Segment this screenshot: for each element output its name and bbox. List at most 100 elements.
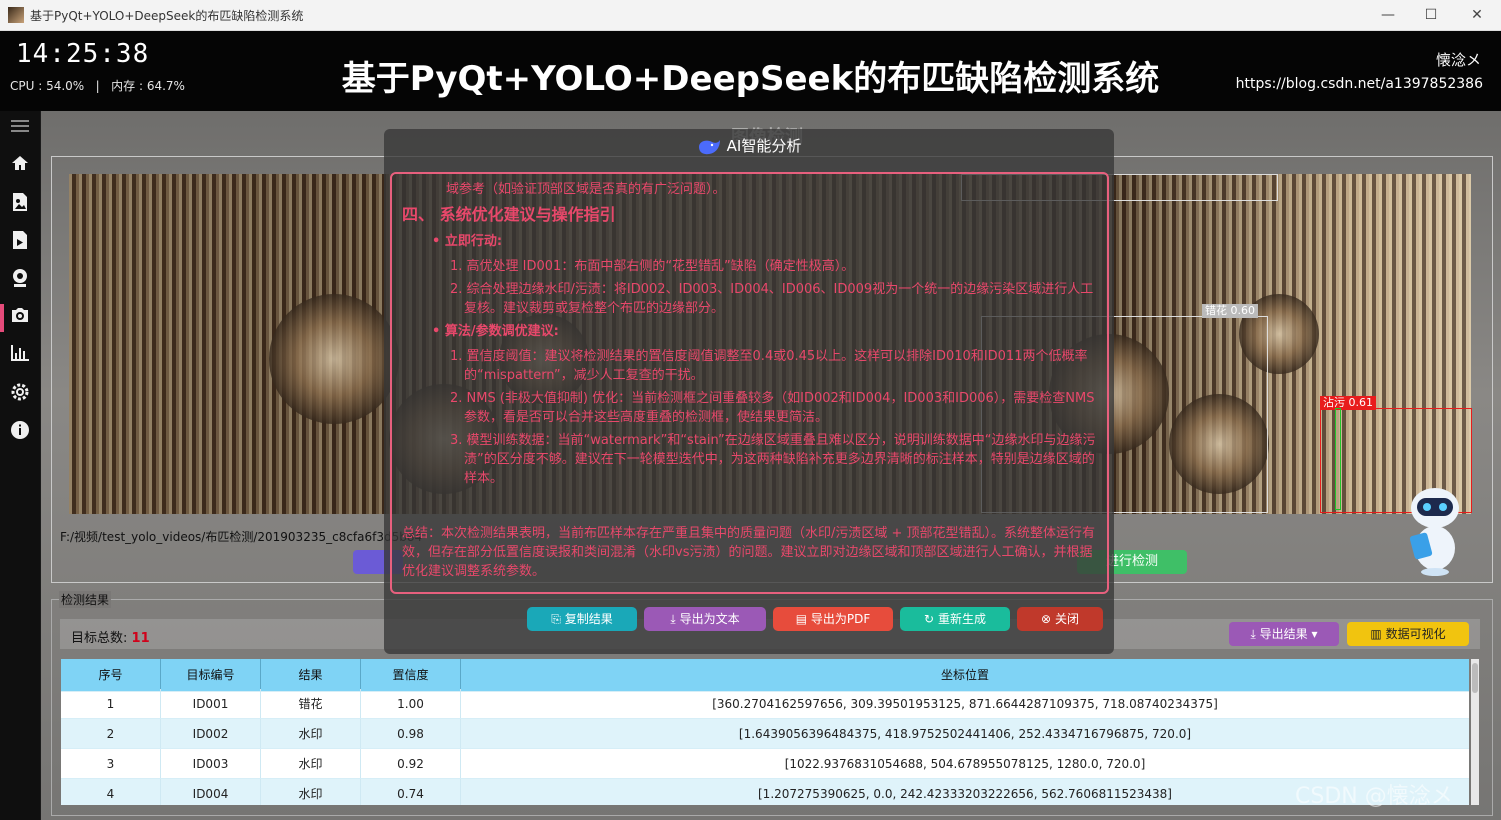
table-header: 序号 目标编号 结果 置信度 坐标位置: [61, 659, 1469, 692]
close-circle-icon: ⊗: [1041, 612, 1052, 626]
copy-results-label: 复制结果: [564, 612, 613, 626]
cell-index: 1: [61, 689, 161, 719]
maximize-button[interactable]: ☐: [1419, 4, 1443, 26]
column-header[interactable]: 结果: [261, 659, 361, 692]
close-dialog-button[interactable]: ⊗ 关闭: [1017, 607, 1103, 631]
close-window-button[interactable]: ✕: [1465, 4, 1489, 26]
bar-chart-icon: ▥: [1370, 627, 1382, 641]
window-title: 基于PyQt+YOLO+DeepSeek的布匹缺陷检测系统: [30, 9, 304, 23]
table-scrollbar[interactable]: [1471, 659, 1479, 805]
target-count-value: 11: [131, 631, 150, 646]
regenerate-button[interactable]: ↻ 重新生成: [900, 607, 1010, 631]
close-dialog-label: 关闭: [1054, 612, 1079, 626]
file-path: F:/视频/test_yolo_videos/布匹检测/201903235_c8…: [60, 530, 423, 544]
list-item: 3. 模型训练数据：当前“watermark”和“stain”在边缘区域重叠且难…: [450, 433, 1096, 486]
cell-result: 水印: [261, 749, 361, 779]
sidebar: [0, 111, 40, 820]
target-count-label: 目标总数:: [71, 631, 128, 646]
target-count: 目标总数: 11: [71, 627, 150, 646]
analysis-content[interactable]: 域参考（如验证顶部区域是否真的有广泛问题）。 四、 系统优化建议与操作指引 • …: [390, 172, 1109, 594]
detection-label: 错花 0.60: [1202, 304, 1258, 318]
settings-icon[interactable]: [8, 382, 32, 406]
dialog-title: AI智能分析: [384, 135, 1114, 156]
table-row[interactable]: 1 ID001 错花 1.00 [360.2704162597656, 309.…: [61, 689, 1469, 719]
bullet-heading-text: 算法/参数调优建议:: [444, 324, 559, 339]
analysis-summary: 总结：本次检测结果表明，当前布匹样本存在严重且集中的质量问题（水印/污渍区域 +…: [402, 526, 1096, 579]
cell-coordinates: [1.6439056396484375, 418.9752502441406, …: [461, 719, 1469, 749]
list-item: 2. NMS (非极大值抑制) 优化：当前检测框之间重叠较多（如ID002和ID…: [450, 391, 1095, 425]
section-heading: 四、 系统优化建议与操作指引: [402, 205, 616, 224]
export-pdf-button[interactable]: ▤ 导出为PDF: [773, 607, 893, 631]
detection-label: 沾污 0.61: [1320, 396, 1376, 410]
cell-confidence: 1.00: [361, 689, 461, 719]
table-row[interactable]: 4 ID004 水印 0.74 [1.207275390625, 0.0, 24…: [61, 779, 1469, 805]
app-icon: [8, 7, 24, 23]
cell-index: 4: [61, 779, 161, 805]
sidebar-active-indicator: [0, 304, 4, 332]
table-row[interactable]: 2 ID002 水印 0.98 [1.6439056396484375, 418…: [61, 719, 1469, 749]
ai-analysis-dialog: AI智能分析 域参考（如验证顶部区域是否真的有广泛问题）。 四、 系统优化建议与…: [384, 129, 1114, 654]
list-item: 1. 高优处理 ID001：布面中部右侧的“花型错乱”缺陷（确定性极高）。: [450, 259, 855, 274]
cell-index: 2: [61, 719, 161, 749]
video-file-icon[interactable]: [8, 230, 32, 254]
webcam-icon[interactable]: [8, 268, 32, 292]
cell-confidence: 0.98: [361, 719, 461, 749]
cell-id: ID003: [161, 749, 261, 779]
app-header: 14:25:38 CPU : 54.0% | 内存 : 64.7% 基于PyQt…: [0, 31, 1501, 111]
cell-id: ID004: [161, 779, 261, 805]
cell-coordinates: [1022.9376831054688, 504.678955078125, 1…: [461, 749, 1469, 779]
cell-result: 水印: [261, 779, 361, 805]
export-results-button[interactable]: ⤓ 导出结果 ▾: [1229, 622, 1339, 646]
cell-result: 水印: [261, 719, 361, 749]
bullet-heading: • 立即行动:: [432, 234, 503, 249]
deepseek-whale-icon: [697, 138, 721, 156]
cell-id: ID002: [161, 719, 261, 749]
data-visualization-button[interactable]: ▥ 数据可视化: [1347, 622, 1469, 646]
cell-index: 3: [61, 749, 161, 779]
refresh-icon: ↻: [924, 612, 935, 626]
cell-result: 错花: [261, 689, 361, 719]
regenerate-label: 重新生成: [937, 612, 986, 626]
download-icon: ⤓: [670, 612, 676, 626]
minimize-button[interactable]: —: [1376, 4, 1400, 26]
cell-confidence: 0.74: [361, 779, 461, 805]
column-header[interactable]: 置信度: [361, 659, 461, 692]
bullet-heading: • 算法/参数调优建议:: [432, 324, 559, 339]
dialog-title-text: AI智能分析: [726, 137, 802, 155]
chevron-down-icon[interactable]: ▾: [1311, 627, 1317, 641]
table-row[interactable]: 3 ID003 水印 0.92 [1022.9376831054688, 504…: [61, 749, 1469, 779]
blog-link[interactable]: https://blog.csdn.net/a1397852386: [1236, 76, 1483, 92]
info-icon[interactable]: [8, 420, 32, 444]
copy-results-button[interactable]: ⎘ 复制结果: [527, 607, 637, 631]
export-text-button[interactable]: ⤓ 导出为文本: [644, 607, 766, 631]
analysis-line: 域参考（如验证顶部区域是否真的有广泛问题）。: [446, 182, 726, 197]
bullet-heading-text: 立即行动:: [444, 234, 503, 249]
author-name: 懐淰メ: [1435, 51, 1481, 69]
export-results-label: 导出结果: [1259, 627, 1308, 641]
detection-box: [1335, 408, 1341, 510]
export-text-label: 导出为文本: [679, 612, 740, 626]
cell-confidence: 0.92: [361, 749, 461, 779]
home-icon[interactable]: [8, 154, 32, 178]
menu-icon[interactable]: [8, 117, 32, 141]
robot-assistant-icon[interactable]: [1400, 478, 1470, 578]
list-item: 1. 置信度阈值：建议将检测结果的置信度阈值调整至0.4或0.45以上。这样可以…: [450, 349, 1088, 383]
results-group-label: 检测结果: [59, 591, 112, 608]
chart-icon[interactable]: [8, 344, 32, 368]
pdf-file-icon: ▤: [795, 612, 808, 626]
list-item: 2. 综合处理边缘水印/污渍：将ID002、ID003、ID004、ID006、…: [450, 282, 1094, 316]
data-visualization-label: 数据可视化: [1385, 627, 1446, 641]
export-pdf-label: 导出为PDF: [810, 612, 871, 626]
results-table: 序号 目标编号 结果 置信度 坐标位置 1 ID001 错花 1.00 [360…: [61, 659, 1469, 805]
cell-coordinates: [360.2704162597656, 309.39501953125, 871…: [461, 689, 1469, 719]
download-icon: ⤓: [1250, 627, 1256, 641]
watermark: CSDN @懐淰メ: [1295, 784, 1453, 809]
image-icon[interactable]: [8, 192, 32, 216]
column-header[interactable]: 坐标位置: [461, 659, 1469, 692]
camera-icon[interactable]: [8, 306, 32, 330]
column-header[interactable]: 目标编号: [161, 659, 261, 692]
copy-icon: ⎘: [551, 612, 561, 626]
column-header[interactable]: 序号: [61, 659, 161, 692]
window-titlebar: 基于PyQt+YOLO+DeepSeek的布匹缺陷检测系统 — ☐ ✕: [0, 0, 1501, 31]
cell-id: ID001: [161, 689, 261, 719]
